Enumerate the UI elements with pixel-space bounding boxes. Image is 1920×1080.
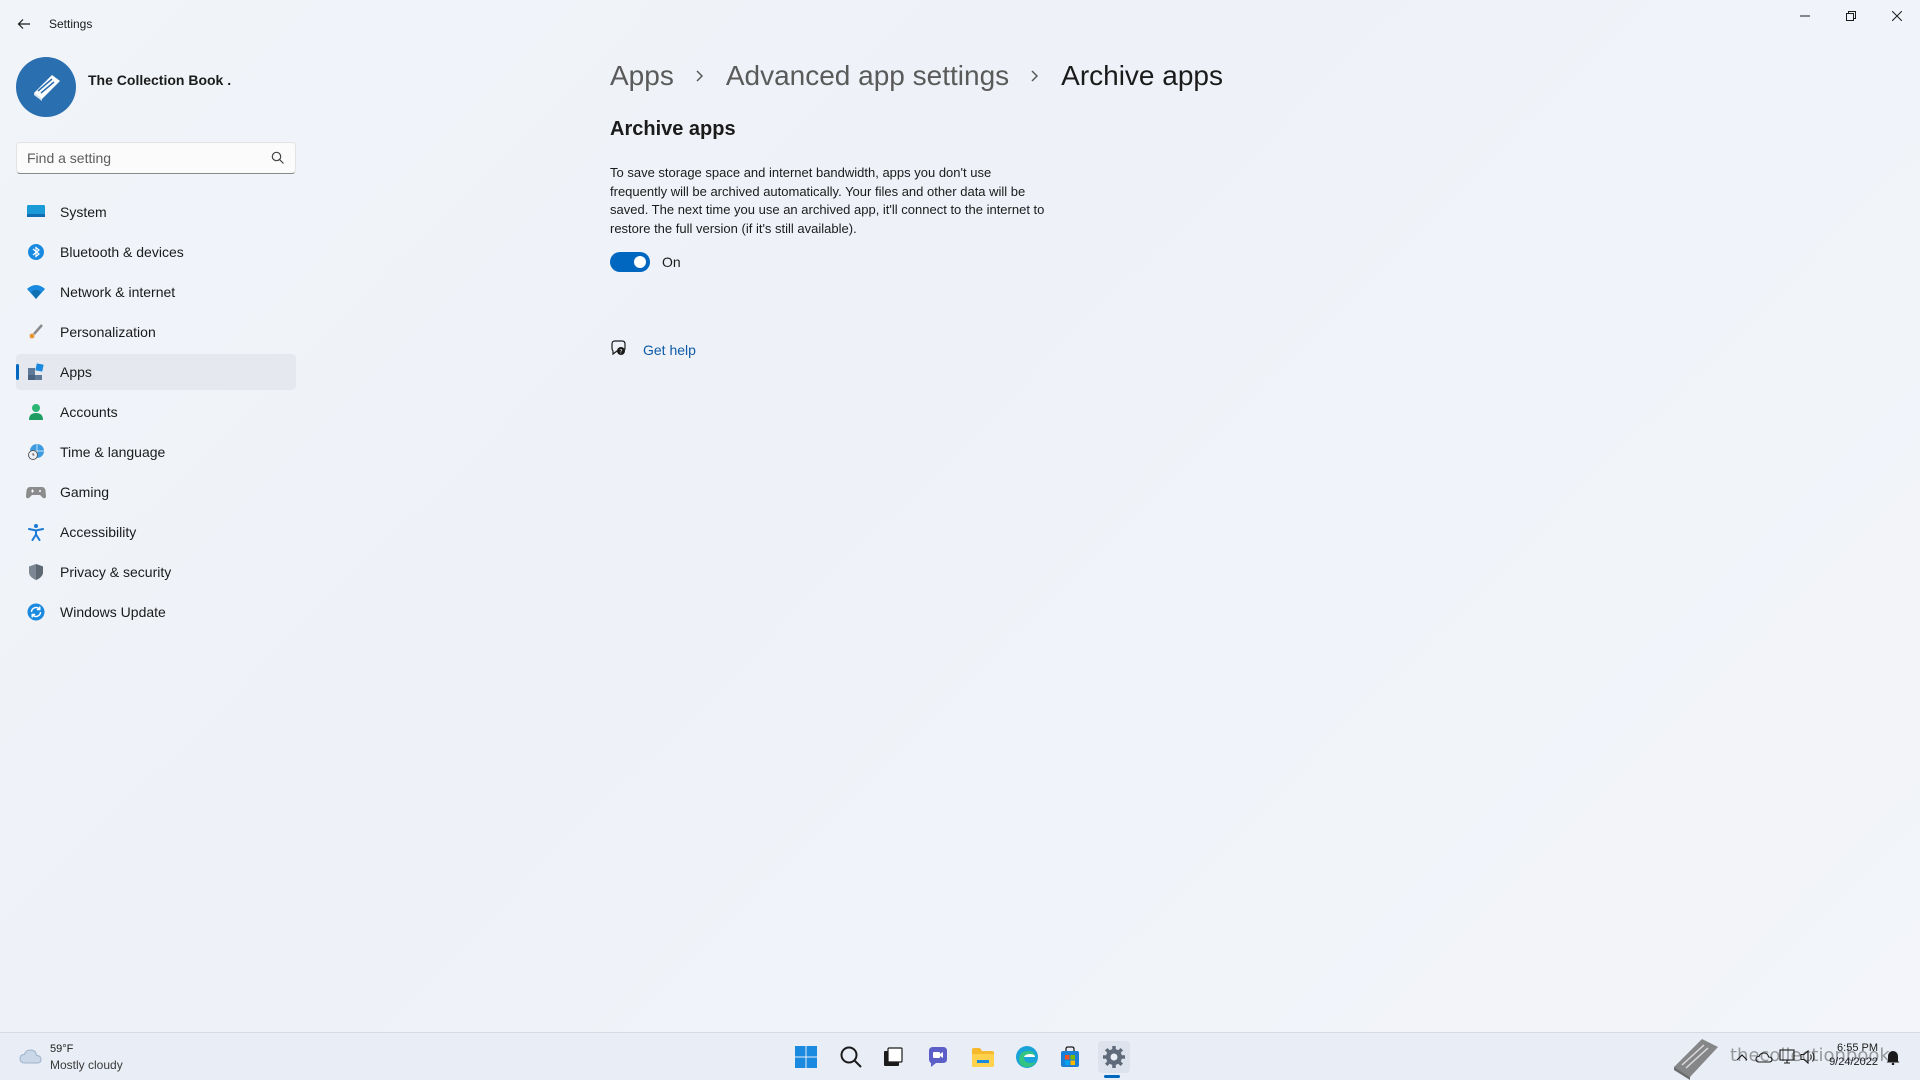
sidebar-item-label: Apps xyxy=(60,364,92,380)
watermark-book-icon xyxy=(1674,1039,1718,1080)
gear-icon xyxy=(1103,1046,1125,1068)
close-button[interactable] xyxy=(1874,0,1920,32)
sidebar-item-system[interactable]: System xyxy=(16,194,296,230)
start-button[interactable] xyxy=(790,1041,822,1073)
sidebar-nav: System Bluetooth & devices Network & int… xyxy=(16,194,296,634)
svg-text:?: ? xyxy=(619,349,622,356)
section-title: Archive apps xyxy=(610,118,736,140)
clock-time: 6:55 PM xyxy=(1837,1042,1878,1054)
store-button[interactable] xyxy=(1054,1041,1086,1073)
teams-chat-icon xyxy=(929,1047,947,1067)
bluetooth-icon xyxy=(26,242,46,262)
search-box[interactable] xyxy=(16,142,296,174)
file-explorer-button[interactable] xyxy=(967,1041,999,1073)
folder-icon xyxy=(972,1048,994,1067)
wifi-icon xyxy=(26,282,46,302)
title-bar: Settings xyxy=(0,0,1920,48)
clock-date: 9/24/2022 xyxy=(1829,1056,1878,1068)
sidebar-item-label: Bluetooth & devices xyxy=(60,244,184,260)
sidebar-item-network[interactable]: Network & internet xyxy=(16,274,296,310)
network-tray-button[interactable] xyxy=(1779,1048,1797,1066)
windows-logo-icon xyxy=(795,1046,817,1068)
sidebar-item-accounts[interactable]: Accounts xyxy=(16,394,296,430)
active-app-indicator xyxy=(1104,1075,1120,1078)
sidebar-item-label: Network & internet xyxy=(60,284,176,300)
sidebar-item-label: Time & language xyxy=(60,444,166,460)
cloudy-weather-icon[interactable] xyxy=(18,1045,44,1067)
taskbar-search-button[interactable] xyxy=(835,1041,867,1073)
update-icon xyxy=(26,602,46,622)
sidebar-item-windows-update[interactable]: Windows Update xyxy=(16,594,296,630)
sidebar-item-bluetooth[interactable]: Bluetooth & devices xyxy=(16,234,296,270)
close-icon xyxy=(1892,11,1902,21)
person-icon xyxy=(26,402,46,422)
weather-temperature[interactable]: 59°F xyxy=(50,1043,73,1055)
help-chat-icon: ? xyxy=(611,340,626,356)
taskbar: 59°F Mostly cloudy thecollectionbook 6:5… xyxy=(0,1032,1920,1080)
edge-icon xyxy=(1016,1046,1038,1068)
globe-clock-icon xyxy=(26,442,46,462)
task-view-icon xyxy=(884,1047,903,1066)
minimize-button[interactable] xyxy=(1782,0,1828,32)
avatar[interactable] xyxy=(16,57,76,117)
settings-window: Settings The Collection Book . System xyxy=(0,0,1920,1032)
search-icon xyxy=(840,1046,862,1068)
back-arrow-icon xyxy=(17,19,30,29)
chevron-right-icon xyxy=(694,70,706,82)
edge-browser-button[interactable] xyxy=(1011,1041,1043,1073)
toggle-state-label: On xyxy=(662,254,681,270)
chat-button[interactable] xyxy=(922,1041,954,1073)
sidebar-item-accessibility[interactable]: Accessibility xyxy=(16,514,296,550)
shield-icon xyxy=(26,562,46,582)
gamepad-icon xyxy=(26,482,46,502)
app-title: Settings xyxy=(49,17,93,31)
restore-button[interactable] xyxy=(1828,0,1874,32)
sidebar-item-label: Windows Update xyxy=(60,604,166,620)
system-clock[interactable]: 6:55 PM 9/24/2022 xyxy=(1812,1041,1878,1069)
search-icon[interactable] xyxy=(271,151,285,165)
cloud-icon xyxy=(1755,1052,1773,1063)
system-display-icon xyxy=(26,202,46,222)
notifications-button[interactable] xyxy=(1884,1048,1902,1066)
sidebar-item-label: Gaming xyxy=(60,484,110,500)
search-input[interactable] xyxy=(27,143,257,173)
brush-icon xyxy=(26,322,46,342)
chevron-up-icon xyxy=(1736,1054,1748,1061)
sidebar-item-label: System xyxy=(60,204,107,220)
archive-description: To save storage space and internet bandw… xyxy=(610,165,1045,236)
weather-description[interactable]: Mostly cloudy xyxy=(50,1058,123,1072)
bell-icon xyxy=(1886,1051,1900,1065)
settings-taskbar-button[interactable] xyxy=(1098,1041,1130,1073)
onedrive-tray-button[interactable] xyxy=(1755,1048,1773,1066)
sidebar-item-apps[interactable]: Apps xyxy=(16,354,296,390)
accessibility-icon xyxy=(26,522,46,542)
breadcrumb: Apps Advanced app settings Archive apps xyxy=(610,56,1223,96)
sidebar-item-label: Accessibility xyxy=(60,524,137,540)
book-icon xyxy=(34,75,60,101)
breadcrumb-apps[interactable]: Apps xyxy=(610,60,674,92)
sidebar-item-label: Privacy & security xyxy=(60,564,172,580)
sidebar-item-label: Accounts xyxy=(60,404,118,420)
sidebar-item-personalization[interactable]: Personalization xyxy=(16,314,296,350)
minimize-icon xyxy=(1800,15,1810,17)
chevron-right-icon xyxy=(1029,70,1041,82)
restore-icon xyxy=(1846,11,1856,21)
sidebar-item-gaming[interactable]: Gaming xyxy=(16,474,296,510)
apps-icon xyxy=(26,362,46,382)
breadcrumb-advanced-app-settings[interactable]: Advanced app settings xyxy=(726,60,1009,92)
store-bag-icon xyxy=(1061,1046,1079,1067)
get-help-link[interactable]: Get help xyxy=(643,342,696,358)
archive-apps-toggle[interactable] xyxy=(610,252,650,272)
sidebar-item-privacy-security[interactable]: Privacy & security xyxy=(16,554,296,590)
profile-name[interactable]: The Collection Book . xyxy=(88,72,231,88)
sidebar-item-time-language[interactable]: Time & language xyxy=(16,434,296,470)
tray-overflow-button[interactable] xyxy=(1733,1048,1751,1066)
sidebar-item-label: Personalization xyxy=(60,324,156,340)
task-view-button[interactable] xyxy=(877,1041,909,1073)
monitor-network-icon xyxy=(1779,1049,1795,1064)
breadcrumb-archive-apps: Archive apps xyxy=(1061,60,1224,91)
toggle-knob xyxy=(634,256,646,268)
back-button[interactable] xyxy=(12,12,36,36)
